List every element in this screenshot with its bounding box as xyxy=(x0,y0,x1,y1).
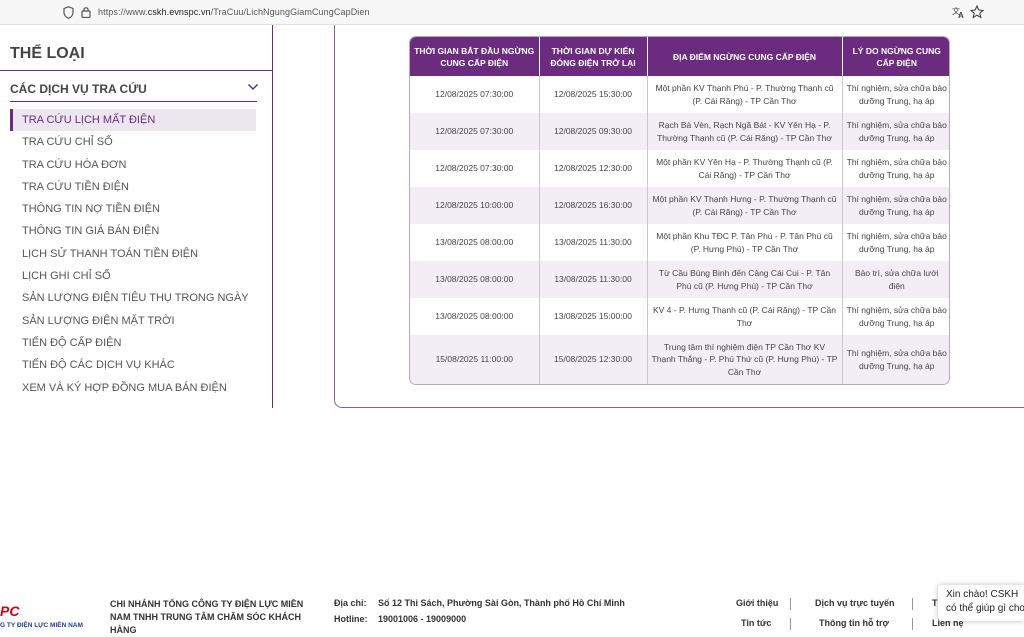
footer-separator xyxy=(912,598,913,610)
address-label: Địa chỉ: xyxy=(334,598,367,608)
table-row: 12/08/2025 10:00:00 12/08/2025 16:30:00 … xyxy=(410,187,949,224)
cell-location: Một phần KV Yên Hạ - P. Thường Thạnh cũ … xyxy=(647,150,843,187)
sidebar-item-bill[interactable]: TRA CỨU TIỀN ĐIỆN xyxy=(10,176,256,198)
cell-end: 13/08/2025 11:30:00 xyxy=(539,224,648,261)
cell-location: Trung tâm thí nghiệm điện TP Cần Thơ KV … xyxy=(647,335,843,384)
footer-link-news[interactable]: Tin tức xyxy=(741,618,771,628)
cell-location: Một phần KV Thạnh Hưng - P. Thường Thạnh… xyxy=(647,187,843,224)
address-value: Số 12 Thi Sách, Phường Sài Gòn, Thành ph… xyxy=(378,598,625,608)
footer-link-truncated[interactable]: T xyxy=(932,598,938,608)
cell-reason: Thí nghiệm, sửa chữa bảo dưỡng Trung, hạ… xyxy=(846,83,947,106)
translate-icon[interactable]: 文 A xyxy=(952,5,966,19)
cell-location: KV 4 - P. Hưng Thạnh cũ (P. Cái Răng) - … xyxy=(647,298,843,335)
cell-start: 12/08/2025 07:30:00 xyxy=(410,150,540,187)
cell-location: Từ Cầu Bùng Binh đến Cảng Cái Cui - P. T… xyxy=(647,261,843,298)
category-title: THỂ LOẠI xyxy=(10,45,85,62)
table-row: 12/08/2025 07:30:00 12/08/2025 09:30:00 … xyxy=(410,113,949,150)
cell-end: 13/08/2025 11:30:00 xyxy=(539,261,648,298)
sidebar-item-outage-schedule[interactable]: TRA CỨU LỊCH MẤT ĐIỆN xyxy=(10,109,256,132)
cell-start: 12/08/2025 07:30:00 xyxy=(410,113,540,150)
footer-link-about[interactable]: Giới thiệu xyxy=(736,598,778,608)
header-location: ĐỊA ĐIỂM NGỪNG CUNG CẤP ĐIỆN xyxy=(647,37,843,76)
cell-end: 12/08/2025 12:30:00 xyxy=(539,150,648,187)
sidebar-item-invoice[interactable]: TRA CỨU HÓA ĐƠN xyxy=(10,154,256,176)
outage-table: THỜI GIAN BẮT ĐẦU NGỪNG CUNG CẤP ĐIỆN TH… xyxy=(409,36,950,385)
shield-icon[interactable] xyxy=(63,6,74,19)
table-row: 12/08/2025 07:30:00 12/08/2025 15:30:00 … xyxy=(410,76,949,113)
header-start-time: THỜI GIAN BẮT ĐẦU NGỪNG CUNG CẤP ĐIỆN xyxy=(410,37,540,76)
sidebar-item-payment-history[interactable]: LỊCH SỬ THANH TOÁN TIỀN ĐIỆN xyxy=(10,243,256,265)
header-reason: LÝ DO NGỪNG CUNG CẤP ĐIỆN xyxy=(842,37,949,76)
divider xyxy=(10,101,257,102)
cell-start: 15/08/2025 11:00:00 xyxy=(410,335,540,384)
cell-start: 13/08/2025 08:00:00 xyxy=(410,261,540,298)
table-row: 15/08/2025 11:00:00 15/08/2025 12:30:00 … xyxy=(410,335,949,384)
logo-subtitle: G TY ĐIỆN LỰC MIỀN NAM xyxy=(0,622,83,629)
footer-separator xyxy=(790,618,791,630)
sidebar-item-meter-index[interactable]: TRA CỨU CHỈ SỐ xyxy=(10,131,256,153)
table-row: 12/08/2025 07:30:00 12/08/2025 12:30:00 … xyxy=(410,150,949,187)
cell-end: 15/08/2025 12:30:00 xyxy=(539,335,648,384)
table-header-row: THỜI GIAN BẮT ĐẦU NGỪNG CUNG CẤP ĐIỆN TH… xyxy=(410,37,949,76)
lock-icon[interactable] xyxy=(81,6,91,18)
footer-link-support[interactable]: Thông tin hỗ trợ xyxy=(819,618,889,628)
chat-line-1: Xin chào! CSKH xyxy=(946,589,1019,600)
cell-reason: Thí nghiệm, sửa chữa bảo dưỡng Trung, hạ… xyxy=(842,113,949,150)
cell-reason: Thí nghiệm, sửa chữa bảo dưỡng Trung, hạ… xyxy=(846,231,947,254)
cell-reason: Bảo trì, sửa chữa lưới điện xyxy=(842,261,949,298)
bookmark-star-icon[interactable] xyxy=(970,5,984,19)
divider xyxy=(0,70,273,71)
table-row: 13/08/2025 08:00:00 13/08/2025 11:30:00 … xyxy=(410,261,949,298)
sidebar-item-debt[interactable]: THÔNG TIN NỢ TIỀN ĐIỆN xyxy=(10,198,256,220)
cell-reason: Thí nghiệm, sửa chữa bảo dưỡng Trung, hạ… xyxy=(842,187,949,224)
cell-start: 13/08/2025 08:00:00 xyxy=(410,298,540,335)
footer-separator xyxy=(912,618,913,630)
chevron-down-icon[interactable] xyxy=(247,82,259,92)
cell-start: 13/08/2025 08:00:00 xyxy=(410,224,540,261)
sidebar-item-supply-progress[interactable]: TIẾN ĐỘ CẤP ĐIỆN xyxy=(10,332,256,354)
cell-location: Một phần KV Thạnh Phú - P. Thường Thạnh … xyxy=(647,76,843,113)
footer-separator xyxy=(790,598,791,610)
sidebar-item-daily-consumption[interactable]: SẢN LƯỢNG ĐIỆN TIÊU THỤ TRONG NGÀY xyxy=(10,287,256,309)
table-row: 13/08/2025 08:00:00 13/08/2025 11:30:00 … xyxy=(410,224,949,261)
table-row: 13/08/2025 08:00:00 13/08/2025 15:00:00 … xyxy=(410,298,949,335)
cell-end: 13/08/2025 15:00:00 xyxy=(539,298,648,335)
sidebar-item-other-services[interactable]: TIẾN ĐỘ CÁC DỊCH VỤ KHÁC xyxy=(10,354,256,376)
section-title[interactable]: CÁC DỊCH VỤ TRA CỨU xyxy=(10,82,147,96)
cell-end: 12/08/2025 09:30:00 xyxy=(539,113,648,150)
browser-address-bar[interactable]: https://www.cskh.evnspc.vn/TraCuu/LichNg… xyxy=(0,0,1024,25)
sidebar-item-contract[interactable]: XEM VÀ KÝ HỢP ĐỒNG MUA BÁN ĐIỆN xyxy=(10,377,256,399)
hotline-label: Hotline: xyxy=(334,614,368,624)
cell-location: Một phần Khu TĐC P. Tân Phú - P. Tân Phú… xyxy=(647,224,843,261)
sidebar-item-solar-output[interactable]: SẢN LƯỢNG ĐIỆN MẶT TRỜI xyxy=(10,310,256,332)
cell-reason: Thí nghiệm, sửa chữa bảo dưỡng Trung, hạ… xyxy=(846,305,947,328)
sidebar-item-price[interactable]: THÔNG TIN GIÁ BÁN ĐIỆN xyxy=(10,220,256,242)
url-domain: cskh.evnspc.vn xyxy=(147,7,211,17)
sidebar-item-reading-schedule[interactable]: LỊCH GHI CHỈ SỐ xyxy=(10,265,256,287)
url-text[interactable]: https://www.cskh.evnspc.vn/TraCuu/LichNg… xyxy=(98,7,370,17)
cell-start: 12/08/2025 07:30:00 xyxy=(410,76,540,113)
footer-link-online-services[interactable]: Dịch vụ trực tuyến xyxy=(815,598,895,608)
cell-end: 12/08/2025 16:30:00 xyxy=(539,187,648,224)
header-end-time: THỜI GIAN DỰ KIẾN ĐÓNG ĐIỆN TRỞ LẠI xyxy=(539,37,648,76)
url-path: /TraCuu/LichNgungGiamCungCapDien xyxy=(210,7,370,17)
chat-widget[interactable]: Xin chào! CSKH có thể giúp gì cho xyxy=(938,585,1024,621)
sidebar-menu: TRA CỨU LỊCH MẤT ĐIỆN TRA CỨU CHỈ SỐ TRA… xyxy=(10,109,256,399)
company-name: CHI NHÁNH TỔNG CÔNG TY ĐIỆN LỰC MIỀN NAM… xyxy=(110,599,304,635)
svg-text:A: A xyxy=(958,11,964,19)
cell-reason: Thí nghiệm, sửa chữa bảo dưỡng Trung, hạ… xyxy=(842,335,949,384)
cell-start: 12/08/2025 10:00:00 xyxy=(410,187,540,224)
chat-line-2: có thể giúp gì cho xyxy=(946,603,1024,614)
logo[interactable]: PC xyxy=(0,603,19,619)
hotline-value: 19001006 - 19009000 xyxy=(378,614,467,624)
url-prefix: https://www. xyxy=(98,7,148,17)
cell-reason: Thí nghiệm, sửa chữa bảo dưỡng Trung, hạ… xyxy=(846,157,947,180)
cell-location: Rạch Bà Vèn, Rạch Ngã Bát - KV Yên Hạ - … xyxy=(647,113,843,150)
cell-end: 12/08/2025 15:30:00 xyxy=(539,76,648,113)
sidebar: THỂ LOẠI CÁC DỊCH VỤ TRA CỨU TRA CỨU LỊC… xyxy=(0,25,273,408)
